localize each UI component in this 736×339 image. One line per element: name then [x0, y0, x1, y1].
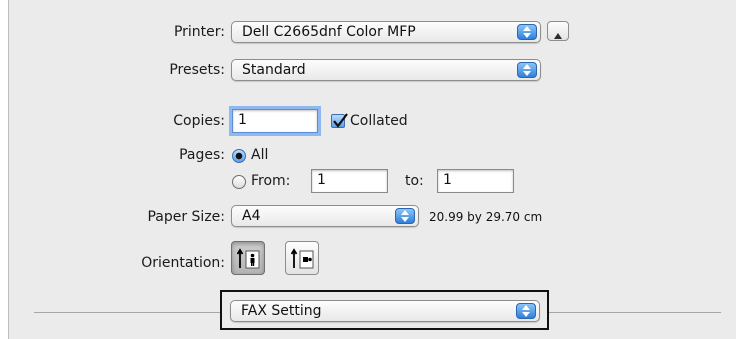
copies-value: 1	[238, 112, 247, 128]
section-popup[interactable]: FAX Setting	[230, 300, 540, 322]
paper-dimensions: 20.99 by 29.70 cm	[429, 210, 543, 224]
collated-label: Collated	[350, 113, 408, 129]
portrait-icon	[236, 248, 261, 274]
presets-popup[interactable]: Standard	[231, 59, 541, 81]
printer-popup[interactable]: Dell C2665dnf Color MFP	[231, 21, 541, 43]
triangle-up-icon	[553, 26, 563, 45]
paper-size-popup[interactable]: A4	[231, 205, 419, 227]
pages-to-input[interactable]: 1	[437, 169, 514, 193]
paper-size-value: A4	[242, 208, 261, 224]
collated-checkbox[interactable]	[331, 113, 348, 128]
pages-to-label: to:	[405, 173, 424, 189]
print-dialog-panel: Printer: Dell C2665dnf Color MFP Presets…	[8, 0, 736, 339]
section-divider-right	[549, 312, 721, 313]
landscape-icon	[290, 248, 315, 274]
popup-arrows-icon	[395, 208, 415, 224]
printer-value: Dell C2665dnf Color MFP	[242, 24, 416, 40]
pages-all-label: All	[251, 147, 269, 163]
pages-label: Pages:	[179, 147, 225, 163]
presets-value: Standard	[242, 62, 306, 78]
copies-label: Copies:	[173, 113, 225, 129]
section-divider-left	[34, 312, 221, 313]
popup-arrows-icon	[517, 24, 537, 40]
pages-from-input[interactable]: 1	[311, 169, 388, 193]
presets-label: Presets:	[169, 62, 225, 78]
printer-label: Printer:	[173, 24, 225, 40]
pages-all-radio[interactable]	[232, 149, 246, 163]
landscape-orientation-button[interactable]	[285, 241, 319, 275]
section-popup-value: FAX Setting	[241, 303, 322, 319]
disclosure-button[interactable]	[547, 21, 569, 41]
checkmark-icon	[333, 113, 348, 128]
orientation-label: Orientation:	[141, 255, 225, 271]
pages-from-value: 1	[317, 172, 326, 188]
copies-input[interactable]: 1	[232, 109, 318, 133]
popup-arrows-icon	[517, 62, 537, 78]
pages-from-radio[interactable]	[232, 175, 246, 189]
portrait-orientation-button[interactable]	[231, 241, 265, 275]
pages-to-value: 1	[443, 172, 452, 188]
popup-arrows-icon	[516, 303, 536, 319]
pages-from-label: From:	[251, 173, 291, 189]
paper-size-label: Paper Size:	[147, 209, 225, 225]
